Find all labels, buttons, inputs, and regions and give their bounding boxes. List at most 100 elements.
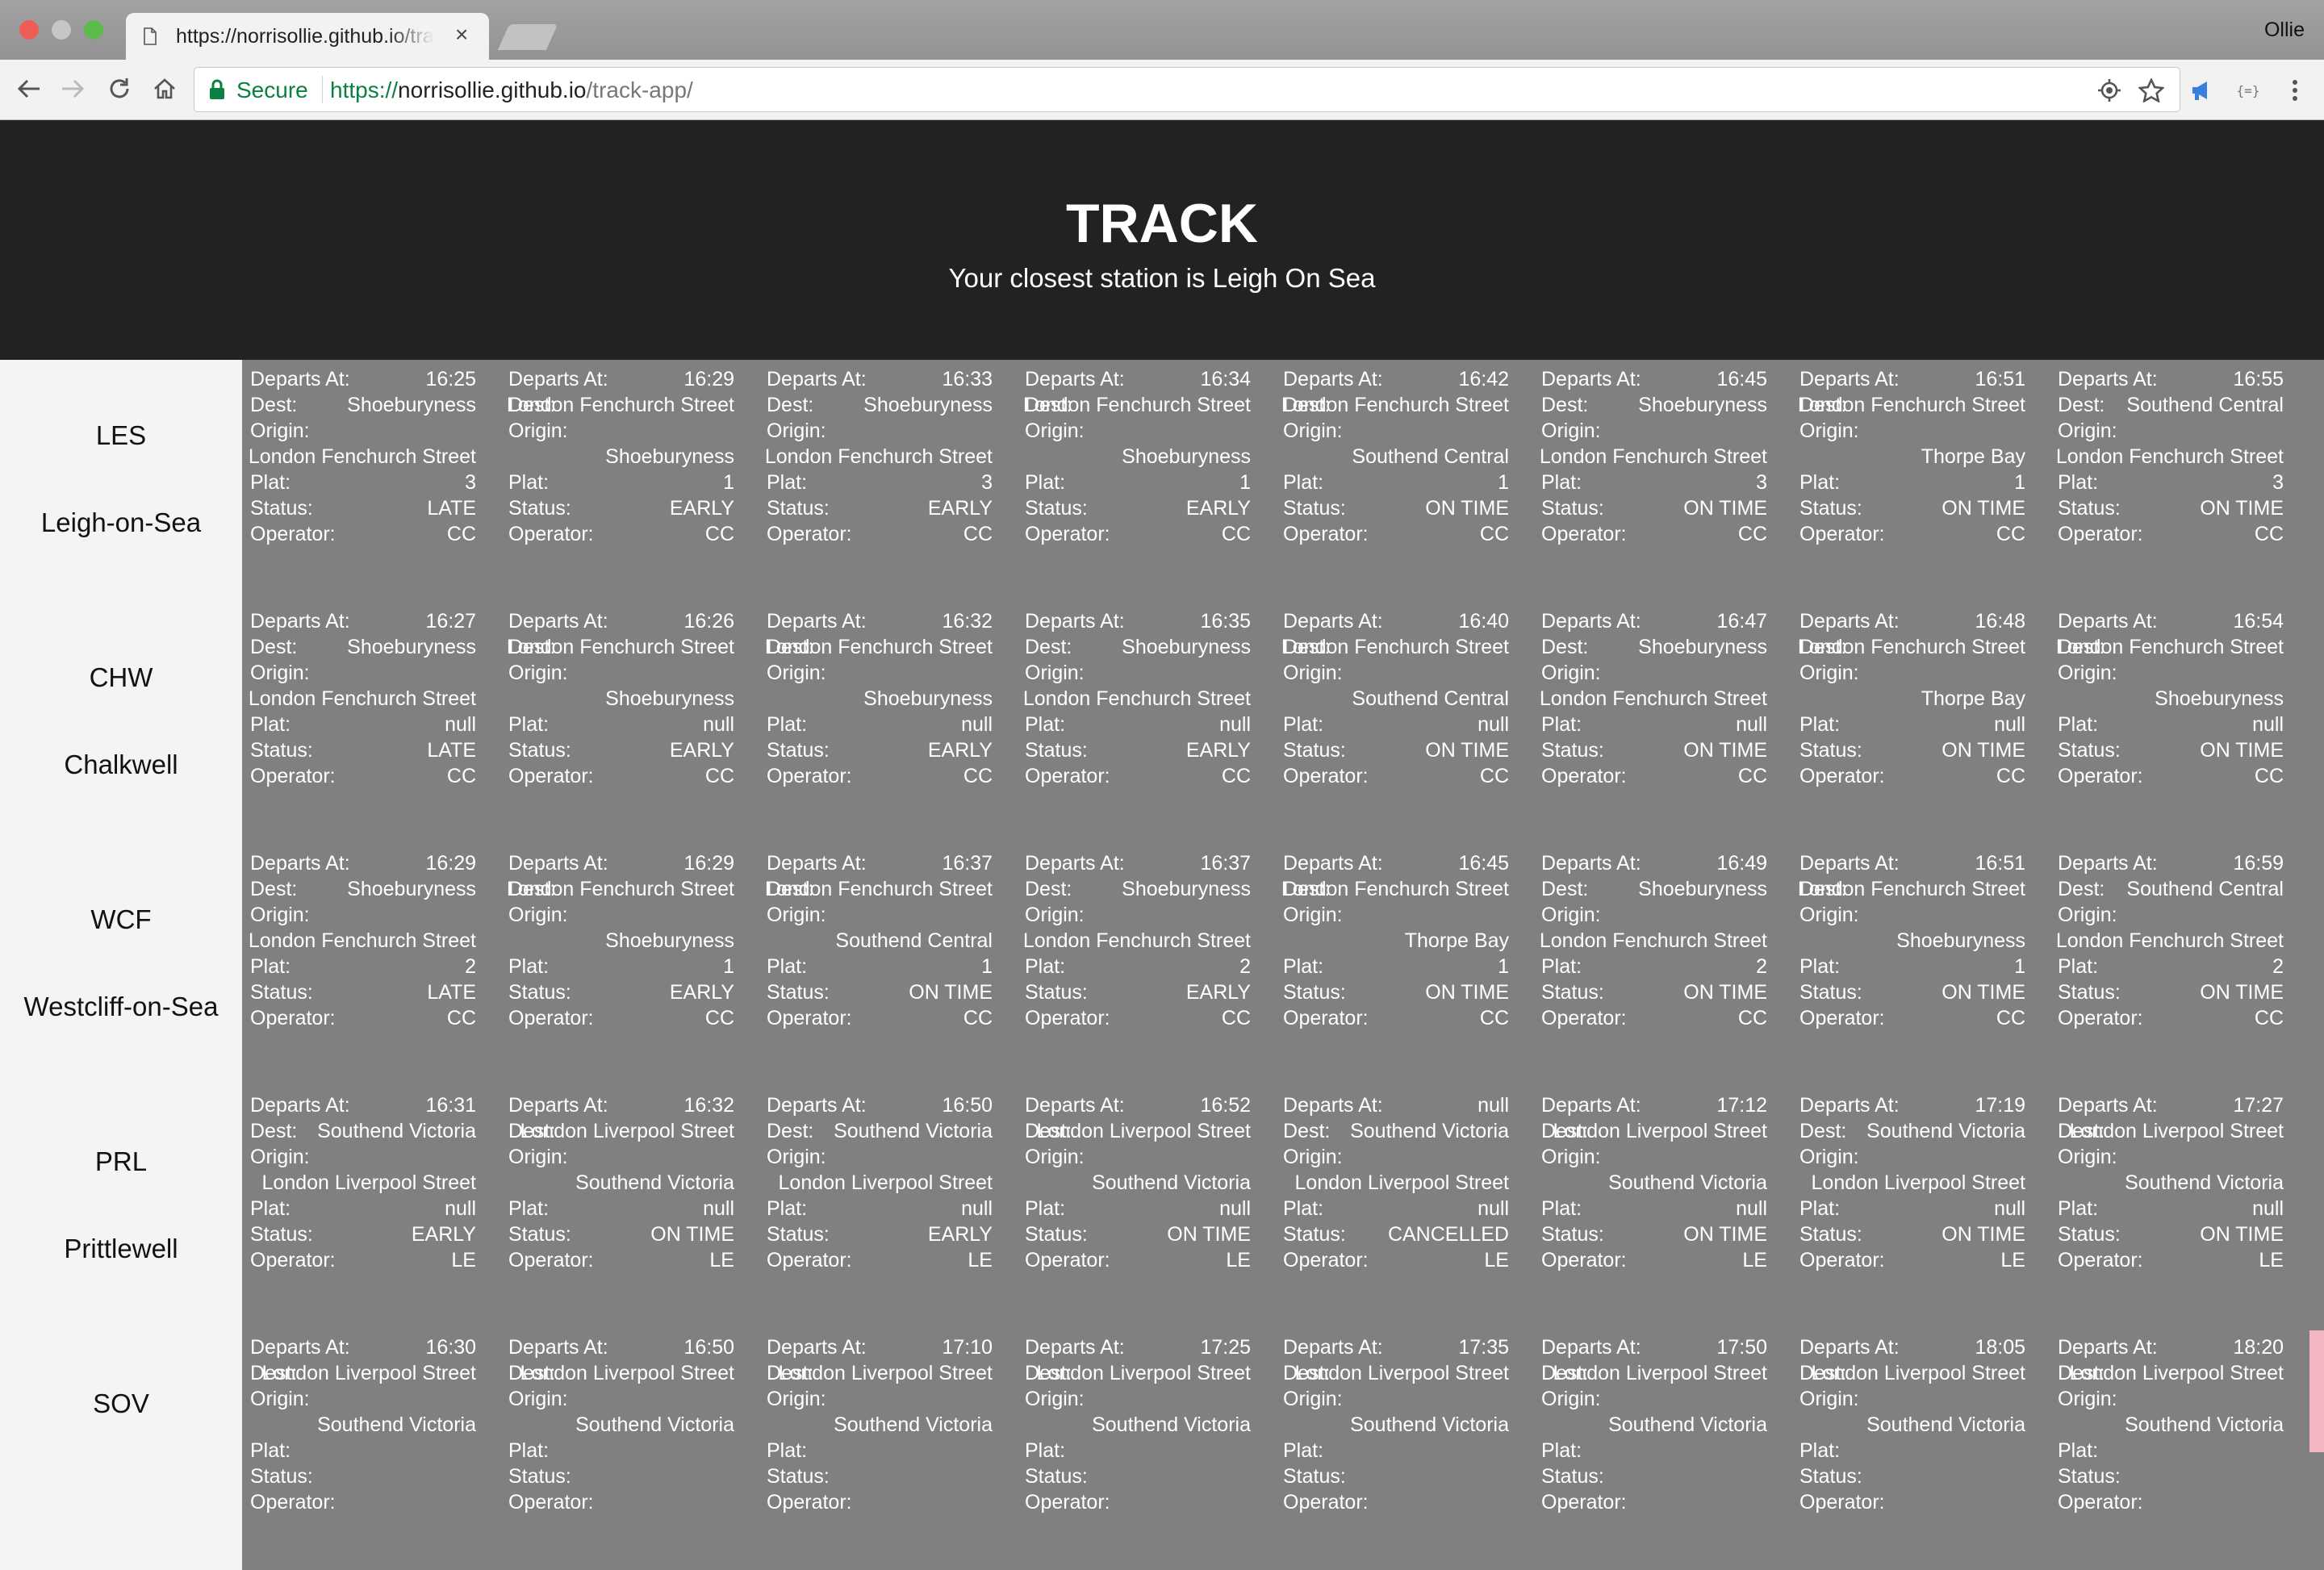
departure-field-row: Operator: CC <box>759 1005 1001 1031</box>
departure-field-row: Southend Victoria <box>1275 1412 1517 1438</box>
departure-card: Departs At: 17:50 Dest: London Liverpool St… <box>1533 1334 1775 1541</box>
field-label-plat: Plat: <box>767 1439 808 1462</box>
location-icon[interactable] <box>2093 74 2125 106</box>
field-value-origin: London Fenchurch Street <box>1022 929 1251 952</box>
profile-name[interactable]: Ollie <box>2264 19 2305 42</box>
departure-card: Departs At: 16:54 Dest: London Fenchurch St… <box>2050 608 2292 815</box>
departure-field-row: Status: ON TIME <box>1791 495 2034 521</box>
field-label-status: Status: <box>1025 739 1088 762</box>
field-label-operator: Operator: <box>1799 1491 1885 1514</box>
app-title: TRACK <box>1066 193 1258 254</box>
field-label-status: Status: <box>1283 739 1346 762</box>
field-value-dest: London Fenchurch Street <box>1797 878 2025 900</box>
json-extension-icon[interactable]: {=} <box>2232 74 2264 106</box>
menu-dots-icon[interactable] <box>2279 74 2311 106</box>
departure-field-row: Operator: <box>1275 1489 1517 1515</box>
tab-close-icon[interactable]: × <box>455 23 468 47</box>
reload-icon[interactable] <box>103 73 136 105</box>
field-value-plat: null <box>445 1197 476 1220</box>
field-label-dest: Dest: <box>1025 636 1072 658</box>
field-value-origin: Shoeburyness <box>1122 445 1251 468</box>
home-icon[interactable] <box>148 73 181 105</box>
departure-field-row: Southend Victoria <box>1533 1170 1775 1196</box>
fullscreen-window-button[interactable] <box>84 20 103 40</box>
url-text[interactable]: https://norrisollie.github.io/track-app/ <box>330 77 693 103</box>
field-label-status: Status: <box>1283 1465 1346 1488</box>
departure-field-row: Plat: null <box>500 712 742 737</box>
field-value-dest: London Liverpool Street <box>1036 1362 1251 1384</box>
departure-field-row: Departs At: 16:51 <box>1791 850 2034 876</box>
departure-field-row: Departs At: 16:32 <box>500 1092 742 1118</box>
field-label-plat: Plat: <box>1025 1197 1066 1220</box>
field-label-departs: Departs At: <box>2058 368 2158 390</box>
departure-field-row: Status: ON TIME <box>2050 495 2292 521</box>
field-label-status: Status: <box>2058 1465 2121 1488</box>
field-label-status: Status: <box>1799 981 1862 1004</box>
field-label-operator: Operator: <box>1283 1491 1369 1514</box>
field-label-plat: Plat: <box>1025 1439 1066 1462</box>
forward-arrow-icon[interactable] <box>56 73 89 105</box>
address-bar[interactable]: Secure https://norrisollie.github.io/tra… <box>194 67 2180 112</box>
departure-field-row: Status: <box>500 1464 742 1489</box>
star-icon[interactable] <box>2135 74 2167 106</box>
departure-card: Departs At: 16:51 Dest: London Fenchurch St… <box>1791 366 2034 573</box>
departure-card: Departs At: 16:51 Dest: London Fenchurch St… <box>1791 850 2034 1057</box>
field-label-operator: Operator: <box>1283 523 1369 545</box>
departure-field-row: Plat: <box>1533 1438 1775 1464</box>
departure-card: Departs At: 16:47 Dest: Shoeburyness Origin:… <box>1533 608 1775 815</box>
field-value-plat: null <box>703 713 734 736</box>
field-value-origin: Southend Victoria <box>834 1413 993 1436</box>
departure-field-row: Operator: LE <box>1533 1247 1775 1273</box>
field-label-origin: Origin: <box>767 1146 826 1168</box>
field-label-plat: Plat: <box>250 1439 291 1462</box>
departure-field-row: Dest: London Liverpool Street <box>2050 1360 2292 1386</box>
departure-field-row: Dest: Shoeburyness <box>1533 392 1775 418</box>
departure-field-row: Origin: <box>1533 418 1775 444</box>
departure-field-row: Southend Victoria <box>242 1412 484 1438</box>
departure-field-row: Plat: 1 <box>1791 470 2034 495</box>
field-value-operator: CC <box>704 1007 734 1029</box>
departure-field-row: Southend Victoria <box>1017 1170 1259 1196</box>
field-value-dest: Southend Central <box>2126 394 2284 416</box>
field-value-dest: London Fenchurch Street <box>506 394 734 416</box>
field-value-origin: London Fenchurch Street <box>1539 929 1767 952</box>
departure-field-row: Plat: null <box>242 1196 484 1221</box>
field-label-origin: Origin: <box>767 1388 826 1410</box>
station-list: LES Leigh-on-Sea Departs At: 16:25 Dest: Shoe… <box>0 360 2324 1570</box>
new-tab-button[interactable] <box>497 24 558 50</box>
field-value-time: 16:45 <box>1458 852 1509 875</box>
field-value-status: ON TIME <box>2200 1223 2284 1246</box>
back-arrow-icon[interactable] <box>13 73 45 105</box>
field-label-status: Status: <box>1799 1223 1862 1246</box>
close-window-button[interactable] <box>19 20 39 40</box>
field-label-dest: Dest: <box>2058 394 2105 416</box>
departure-field-row: Plat: 1 <box>1275 954 1517 979</box>
field-value-operator: CC <box>1737 1007 1767 1029</box>
scrollbar-thumb[interactable] <box>2309 1330 2324 1452</box>
departure-field-row: Operator: CC <box>242 1005 484 1031</box>
departure-field-row: London Fenchurch Street <box>1533 928 1775 954</box>
field-value-time: 16:33 <box>942 368 993 390</box>
field-value-time: 17:27 <box>2233 1094 2284 1117</box>
field-value-dest: London Liverpool Street <box>1553 1120 1767 1142</box>
field-value-dest: Southend Central <box>2126 878 2284 900</box>
minimize-window-button[interactable] <box>52 20 71 40</box>
departure-card: Departs At: 16:37 Dest: Shoeburyness Origin:… <box>1017 850 1259 1057</box>
station-info: PRL Prittlewell <box>0 1086 242 1328</box>
field-label-operator: Operator: <box>250 523 336 545</box>
departure-field-row: Departs At: 16:49 <box>1533 850 1775 876</box>
field-label-origin: Origin: <box>508 904 568 926</box>
field-value-origin: London Fenchurch Street <box>248 687 476 710</box>
field-label-dest: Dest: <box>1799 1120 1847 1142</box>
field-value-status: ON TIME <box>1167 1223 1251 1246</box>
departure-card: Departs At: 16:29 Dest: London Fenchurch St… <box>500 850 742 1057</box>
departure-card: Departs At: 16:40 Dest: London Fenchurch St… <box>1275 608 1517 815</box>
field-value-time: 16:48 <box>1975 610 2025 633</box>
departure-field-row: Origin: <box>242 1144 484 1170</box>
field-value-origin: London Fenchurch Street <box>1539 687 1767 710</box>
departure-field-row: Plat: null <box>1275 1196 1517 1221</box>
field-label-origin: Origin: <box>1025 1388 1085 1410</box>
departure-field-row: Status: <box>242 1464 484 1489</box>
extension-megaphone-icon[interactable] <box>2185 74 2217 106</box>
browser-tab[interactable]: https://norrisollie.github.io/track-app/… <box>126 13 489 60</box>
